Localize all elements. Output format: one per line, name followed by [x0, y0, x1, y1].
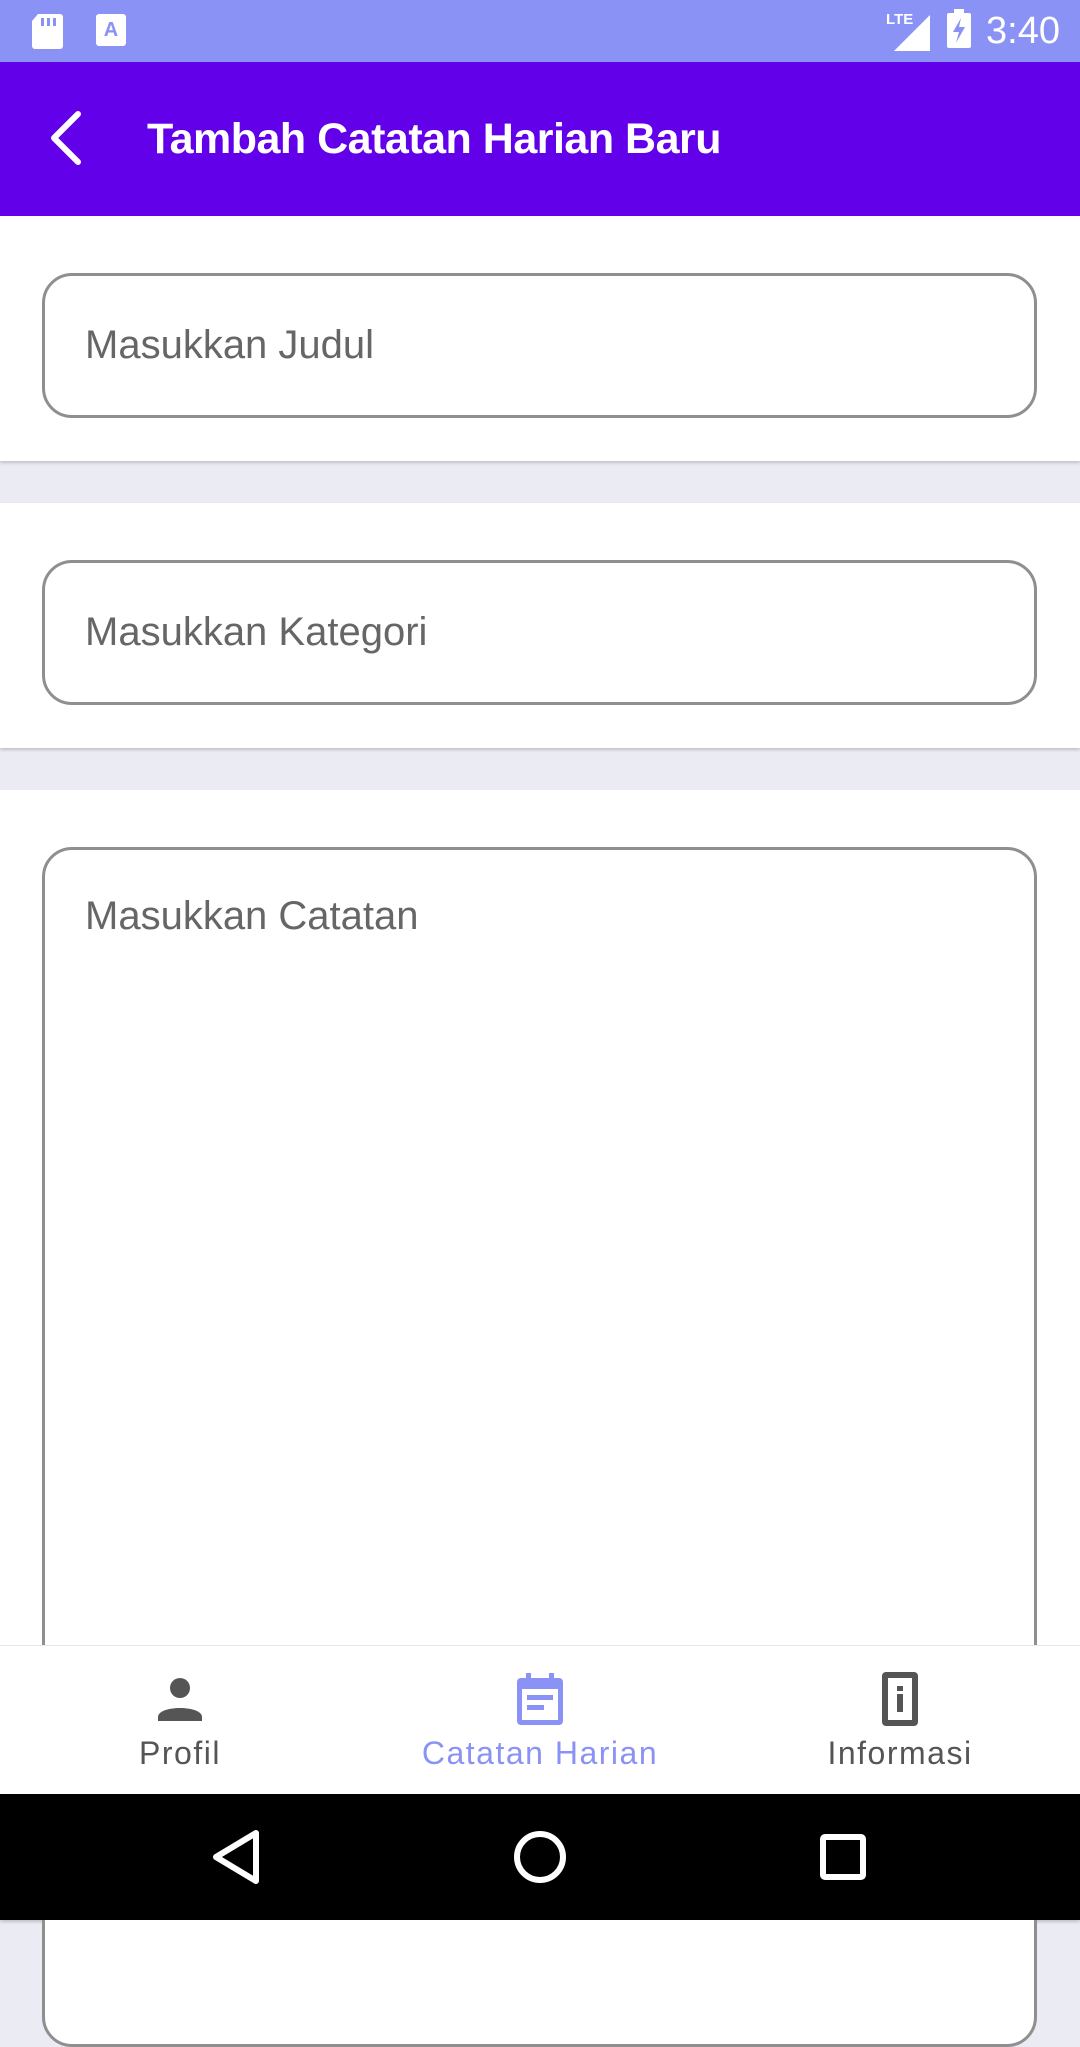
bottom-navigation: Profil Catatan Harian Informasi: [0, 1645, 1080, 1794]
status-time: 3:40: [986, 10, 1060, 52]
sd-card-icon: [30, 12, 64, 55]
nav-item-informasi[interactable]: Informasi: [720, 1646, 1080, 1794]
page-title: Tambah Catatan Harian Baru: [147, 115, 722, 163]
title-card: Masukkan Judul: [0, 216, 1080, 461]
nav-label-profil: Profil: [139, 1735, 221, 1771]
nav-label-catatan-harian: Catatan Harian: [421, 1735, 659, 1771]
back-arrow-icon: [51, 111, 81, 165]
nav-item-profil[interactable]: Profil: [0, 1646, 360, 1794]
app-bar: Tambah Catatan Harian Baru: [0, 62, 1080, 216]
status-bar: A LTE 3:40: [0, 0, 1080, 62]
network-type-label: LTE: [886, 11, 914, 28]
a-notification-icon: A: [94, 12, 128, 55]
back-triangle-icon[interactable]: [208, 1827, 268, 1887]
person-icon: [158, 1678, 202, 1721]
nav-item-catatan-harian[interactable]: Catatan Harian: [360, 1646, 720, 1794]
category-card: Masukkan Kategori: [0, 503, 1080, 748]
recents-square-icon[interactable]: [813, 1827, 873, 1887]
system-navigation-bar: [0, 1794, 1080, 1920]
lte-signal-icon: LTE: [886, 9, 932, 53]
title-input[interactable]: Masukkan Judul: [42, 273, 1037, 418]
info-device-icon: [882, 1672, 918, 1726]
nav-label-informasi: Informasi: [827, 1735, 973, 1771]
back-button[interactable]: [30, 102, 102, 174]
calendar-note-icon: [517, 1673, 563, 1725]
home-circle-icon[interactable]: [510, 1827, 570, 1887]
battery-charging-icon: [946, 8, 972, 54]
category-input[interactable]: Masukkan Kategori: [42, 560, 1037, 705]
svg-text:A: A: [104, 19, 118, 41]
